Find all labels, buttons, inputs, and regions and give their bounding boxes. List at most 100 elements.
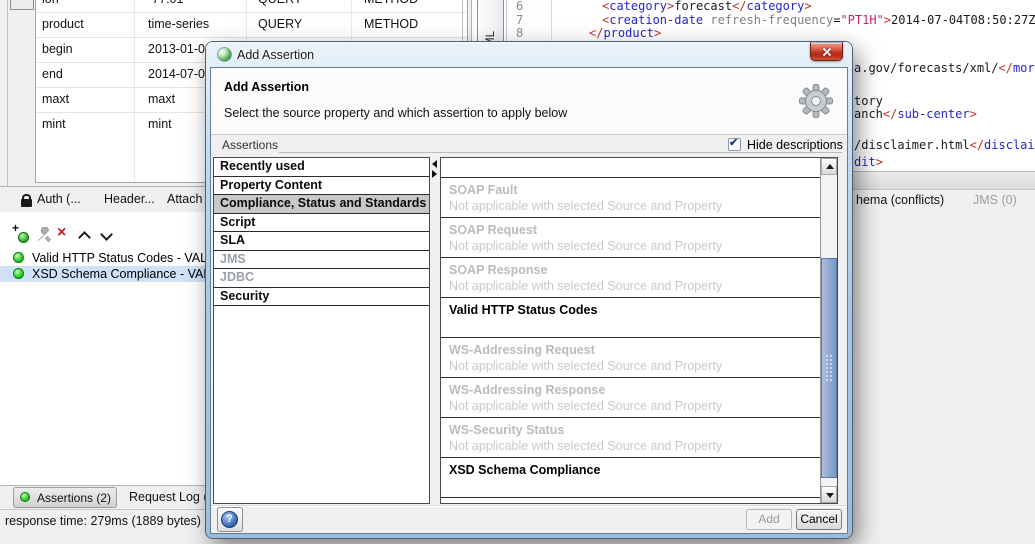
param-level[interactable]: METHOD (364, 17, 418, 31)
application-window: lon -77.01 QUERY METHOD product time-ser… (0, 0, 1035, 544)
cancel-button[interactable]: Cancel (796, 509, 842, 530)
category-security[interactable]: Security (214, 288, 429, 306)
param-name: product (42, 17, 84, 31)
panel-divider (0, 186, 207, 187)
dialog-header-description: Select the source property and which ass… (224, 106, 568, 120)
xml-segment: /disclaimer.html (854, 138, 970, 152)
assertion-types-list: SOAP Fault Not applicable with selected … (440, 157, 838, 504)
param-style[interactable]: QUERY (258, 17, 302, 31)
category-jms: JMS (214, 251, 429, 269)
xml-segment: category (609, 0, 668, 13)
check-mark: ✔ (729, 137, 739, 149)
buttonbar-divider (211, 505, 847, 507)
collapse-left-icon[interactable] (432, 160, 437, 168)
table-row[interactable]: product time-series QUERY METHOD (36, 13, 467, 38)
assertion-type-title: WS-Addressing Response (449, 383, 606, 397)
assertion-type-valid-http-status-codes[interactable]: Valid HTTP Status Codes (441, 298, 820, 338)
assertion-type-xsd-schema-compliance[interactable]: XSD Schema Compliance (441, 458, 820, 498)
scroll-up-icon (826, 164, 834, 169)
xml-segment: more (1012, 61, 1035, 75)
assertion-type-ws-security-status: WS-Security Status Not applicable with s… (441, 418, 820, 458)
param-value[interactable]: 2014-07-04 (148, 67, 212, 81)
assertion-type-description: Not applicable with selected Source and … (449, 239, 723, 253)
xml-segment: dit (854, 155, 876, 169)
category-jdbc: JDBC (214, 269, 429, 288)
xml-segment: </ (969, 138, 985, 152)
xml-segment: creation-date (609, 12, 704, 27)
statusbar-divider (0, 509, 207, 510)
tab-jms[interactable]: JMS (0) (973, 193, 1017, 207)
tab-assertions[interactable]: Assertions (2) (13, 487, 117, 508)
assertion-type-description: Not applicable with selected Source and … (449, 399, 723, 413)
xml-fragment: a.gov/forecasts/xml/</more (854, 61, 1035, 76)
assertion-type-ws-addressing-request: WS-Addressing Request Not applicable wit… (441, 338, 820, 378)
param-value[interactable]: time-series (148, 17, 209, 31)
editor-splitter[interactable] (852, 171, 1035, 190)
assertion-type-soap-fault: SOAP Fault Not applicable with selected … (441, 178, 820, 218)
param-level[interactable]: METHOD (364, 0, 418, 6)
remove-assertion-icon[interactable]: × (57, 224, 66, 242)
assertion-row-xsd-schema[interactable]: XSD Schema Compliance - VALID (0, 266, 223, 282)
xml-segment: > (654, 26, 662, 40)
assertion-type-title: XSD Schema Compliance (449, 463, 601, 477)
category-script[interactable]: Script (214, 214, 429, 232)
param-value[interactable]: -77.01 (148, 0, 183, 6)
xml-segment: a.gov/forecasts/xml/ (854, 61, 999, 75)
param-value[interactable]: 2013-01-01 (148, 42, 212, 56)
tab-request-log[interactable]: Request Log ( (129, 490, 208, 504)
xml-segment: </ (998, 61, 1013, 75)
section-divider (279, 152, 842, 153)
assertion-categories-list: Recently used Property Content Complianc… (213, 157, 430, 504)
tab-headers[interactable]: Header... (104, 192, 155, 206)
panel-edge-line (7, 0, 8, 186)
dialog-header: Add Assertion Select the source property… (211, 68, 847, 135)
param-style[interactable]: QUERY (258, 0, 302, 6)
tab-schema-conflicts[interactable]: hema (conflicts) (856, 193, 944, 207)
category-sla[interactable]: SLA (214, 232, 429, 251)
scrollbar[interactable] (820, 158, 837, 503)
xml-segment: 2014-07-04T08:50:27Z (891, 12, 1035, 27)
category-recently-used[interactable]: Recently used (214, 158, 429, 177)
collapse-right-icon[interactable] (432, 170, 437, 178)
add-assertion-icon[interactable] (12, 221, 29, 243)
xml-segment: sub-center (897, 107, 970, 121)
category-compliance-status-standards[interactable]: Compliance, Status and Standards (214, 195, 429, 214)
table-row[interactable]: lon -77.01 QUERY METHOD (36, 0, 467, 13)
add-button[interactable]: Add (746, 509, 792, 530)
assertion-type-description: Not applicable with selected Source and … (449, 199, 723, 213)
category-property-content[interactable]: Property Content (214, 177, 429, 195)
scroll-up-button[interactable] (821, 158, 837, 175)
xml-segment: "PT1H" (840, 12, 884, 27)
assertion-type-description: Not applicable with selected Source and … (449, 439, 723, 453)
response-time-status: response time: 279ms (1889 bytes) (5, 514, 201, 528)
assertion-row-label: XSD Schema Compliance - VALID (32, 267, 223, 281)
assertion-type-soap-request: SOAP Request Not applicable with selecte… (441, 218, 820, 258)
assertion-row-valid-http[interactable]: Valid HTTP Status Codes - VALID (0, 250, 220, 266)
hide-descriptions-label: Hide descriptions (747, 138, 843, 152)
configure-assertion-icon[interactable] (36, 226, 52, 248)
panel-divider (0, 485, 207, 486)
gear-icon (798, 83, 834, 124)
status-ok-icon (20, 492, 30, 502)
assertion-type-title: SOAP Request (449, 223, 537, 237)
xml-segment: > (804, 0, 812, 13)
scrollbar-thumb[interactable] (821, 258, 837, 478)
assertion-type-title: WS-Security Status (449, 423, 565, 437)
line-number: 7 (516, 12, 524, 27)
param-value[interactable]: maxt (148, 92, 175, 106)
assertion-type-empty-row[interactable] (441, 158, 820, 178)
tab-attachments[interactable]: Attach (167, 192, 202, 206)
assertion-type-title: Valid HTTP Status Codes (449, 303, 598, 317)
assertion-type-ws-addressing-response: WS-Addressing Response Not applicable wi… (441, 378, 820, 418)
scroll-down-button[interactable] (821, 486, 837, 503)
xml-segment: > (883, 12, 892, 27)
tab-assertions-label: Assertions (2) (37, 491, 112, 505)
xml-segment: product (603, 26, 655, 40)
assertion-type-description: Not applicable with selected Source and … (449, 359, 723, 373)
status-ok-icon (13, 252, 24, 263)
help-button[interactable]: ? (217, 507, 243, 532)
tab-auth[interactable]: Auth (... (37, 192, 81, 206)
close-button[interactable] (810, 42, 843, 61)
param-name: end (42, 67, 63, 81)
param-value[interactable]: mint (148, 117, 172, 131)
